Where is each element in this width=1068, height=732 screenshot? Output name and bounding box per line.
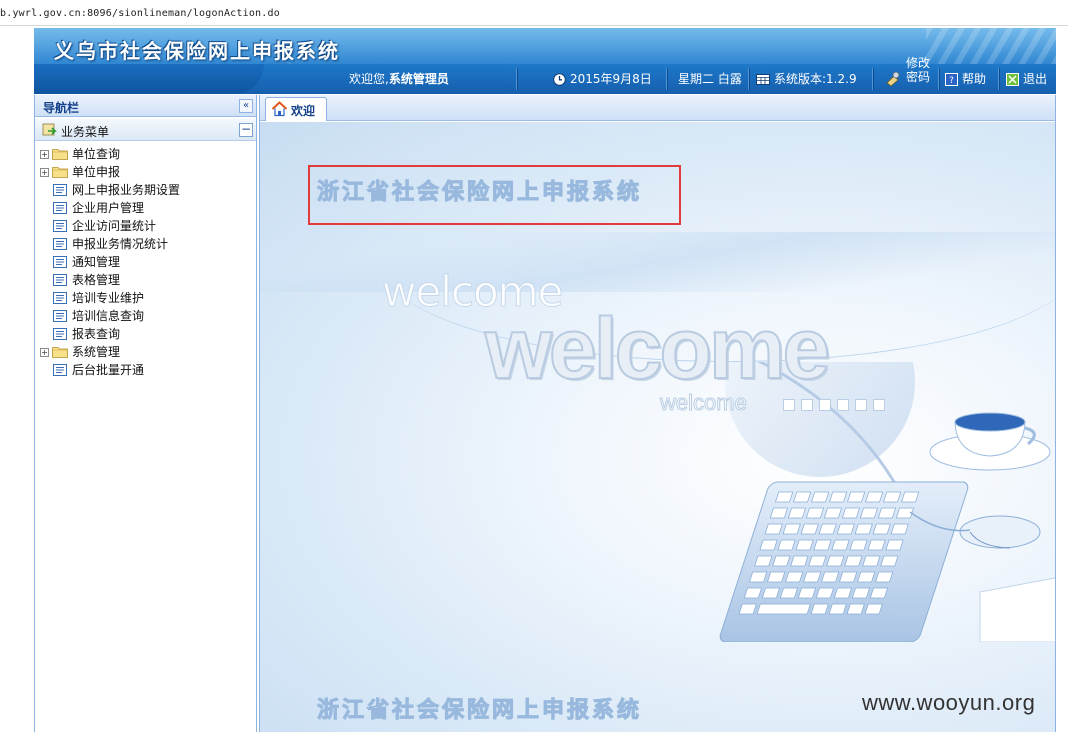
tree-folder[interactable]: + 单位查询 xyxy=(35,145,256,163)
document-icon xyxy=(53,328,67,340)
sidebar-header: 导航栏 « xyxy=(35,95,256,117)
clock-icon xyxy=(553,73,566,86)
tree-item-label: 通知管理 xyxy=(72,255,121,269)
expand-icon[interactable]: + xyxy=(40,150,49,159)
header-banner: 义乌市社会保险网上申报系统 欢迎您,系统管理员 2015年9月8日 星期二 白露… xyxy=(34,28,1056,94)
tree-item-label: 单位申报 xyxy=(72,165,121,179)
username: 系统管理员 xyxy=(388,72,449,86)
logout-label: 退出 xyxy=(1023,72,1048,86)
tree-item[interactable]: 网上申报业务期设置 xyxy=(35,181,256,199)
table-icon xyxy=(756,74,770,85)
tree-item-label: 企业访问量统计 xyxy=(72,219,157,233)
logout-button[interactable]: 退出 xyxy=(1006,64,1047,94)
expand-icon[interactable]: + xyxy=(40,168,49,177)
document-icon xyxy=(53,310,67,322)
tree-item[interactable]: 培训专业维护 xyxy=(35,289,256,307)
sidebar-title: 导航栏 xyxy=(43,101,80,115)
tree-item-label: 培训信息查询 xyxy=(72,309,145,323)
folder-icon xyxy=(52,347,68,358)
document-icon xyxy=(53,274,67,286)
address-bar[interactable]: b.ywrl.gov.cn:8096/sionlineman/logonActi… xyxy=(0,0,1068,26)
tree-item-label: 报表查询 xyxy=(72,327,121,341)
date-text: 2015年9月8日 xyxy=(570,72,652,86)
tree-item-label: 申报业务情况统计 xyxy=(72,237,169,251)
help-button[interactable]: ? 帮助 xyxy=(945,64,986,94)
tree-item[interactable]: 企业访问量统计 xyxy=(35,217,256,235)
document-icon xyxy=(53,184,67,196)
header-toolbar: 欢迎您,系统管理员 2015年9月8日 星期二 白露 系统版本:1.2.9 修改 xyxy=(34,56,1056,94)
home-icon xyxy=(271,101,288,117)
tree-item-label: 企业用户管理 xyxy=(72,201,145,215)
welcome-text-tiny: welcome xyxy=(660,390,748,416)
change-password-line2: 密码 xyxy=(906,70,931,84)
welcome-banner: 浙江省社会保险网上申报系统 welcome welcome welcome 浙江… xyxy=(260,122,1055,732)
tree-item[interactable]: 通知管理 xyxy=(35,253,256,271)
help-label: 帮助 xyxy=(962,72,987,86)
svg-text:?: ? xyxy=(949,76,954,86)
document-icon xyxy=(53,238,67,250)
tree-item-label: 单位查询 xyxy=(72,147,121,161)
document-icon xyxy=(53,256,67,268)
tree-folder[interactable]: + 单位申报 xyxy=(35,163,256,181)
welcome-user: 欢迎您,系统管理员 xyxy=(349,64,449,94)
exit-icon xyxy=(1006,73,1019,86)
tree-item-label: 后台批量开通 xyxy=(72,363,145,377)
tree-item-label: 网上申报业务期设置 xyxy=(72,183,181,197)
menu-icon xyxy=(42,123,57,136)
menu-title: 业务菜单 xyxy=(61,125,110,139)
watermark: www.wooyun.org xyxy=(862,690,1036,715)
tree-item-label: 系统管理 xyxy=(72,345,121,359)
key-icon xyxy=(886,71,900,87)
system-version: 系统版本:1.2.9 xyxy=(756,64,857,94)
system-name-bottom: 浙江省社会保险网上申报系统 xyxy=(316,698,643,724)
decorative-squares xyxy=(783,399,891,414)
tree-item[interactable]: 培训信息查询 xyxy=(35,307,256,325)
expand-icon[interactable]: + xyxy=(40,348,49,357)
folder-icon xyxy=(52,167,68,178)
collapse-sidebar-button[interactable]: « xyxy=(239,99,253,113)
tree-item-label: 培训专业维护 xyxy=(72,291,145,305)
menu-header[interactable]: 业务菜单 − xyxy=(35,119,256,141)
tree-item[interactable]: 报表查询 xyxy=(35,325,256,343)
tree-item[interactable]: 企业用户管理 xyxy=(35,199,256,217)
document-icon xyxy=(53,220,67,232)
tab-welcome[interactable]: 欢迎 xyxy=(265,97,327,121)
tab-label: 欢迎 xyxy=(291,104,316,118)
welcome-text-large: welcome xyxy=(484,300,831,398)
tree-folder[interactable]: + 系统管理 xyxy=(35,343,256,361)
tree-item[interactable]: 表格管理 xyxy=(35,271,256,289)
change-password-line1: 修改 xyxy=(906,56,931,70)
tree-item[interactable]: 申报业务情况统计 xyxy=(35,235,256,253)
sidebar: 导航栏 « 业务菜单 − + 单位查询 + 单位申报网上申报业务期设置 企业用户管理 企业… xyxy=(34,95,257,732)
help-icon: ? xyxy=(945,73,958,86)
menu-tree: + 单位查询 + 单位申报网上申报业务期设置 企业用户管理 企业访问量统计 申报业务情况统计… xyxy=(35,145,256,379)
document-icon xyxy=(53,292,67,304)
version-text: 系统版本:1.2.9 xyxy=(774,72,857,86)
document-icon xyxy=(53,202,67,214)
document-icon xyxy=(53,364,67,376)
url-text: b.ywrl.gov.cn:8096/sionlineman/logonActi… xyxy=(0,8,280,19)
weekday-term: 星期二 白露 xyxy=(678,72,742,86)
date-display: 2015年9月8日 xyxy=(553,64,652,94)
highlight-box xyxy=(308,165,681,225)
app-title: 义乌市社会保险网上申报系统 xyxy=(54,39,340,63)
folder-icon xyxy=(52,149,68,160)
main-panel: 欢迎 浙江省社会保险网上申报系统 welcome welcome welcome… xyxy=(259,95,1056,732)
tree-item[interactable]: 后台批量开通 xyxy=(35,361,256,379)
tab-strip: 欢迎 xyxy=(260,95,1055,121)
collapse-menu-button[interactable]: − xyxy=(239,123,253,137)
welcome-text: 欢迎您, xyxy=(349,72,389,86)
tree-item-label: 表格管理 xyxy=(72,273,121,287)
change-password-button[interactable]: 修改 密码 xyxy=(882,56,931,94)
